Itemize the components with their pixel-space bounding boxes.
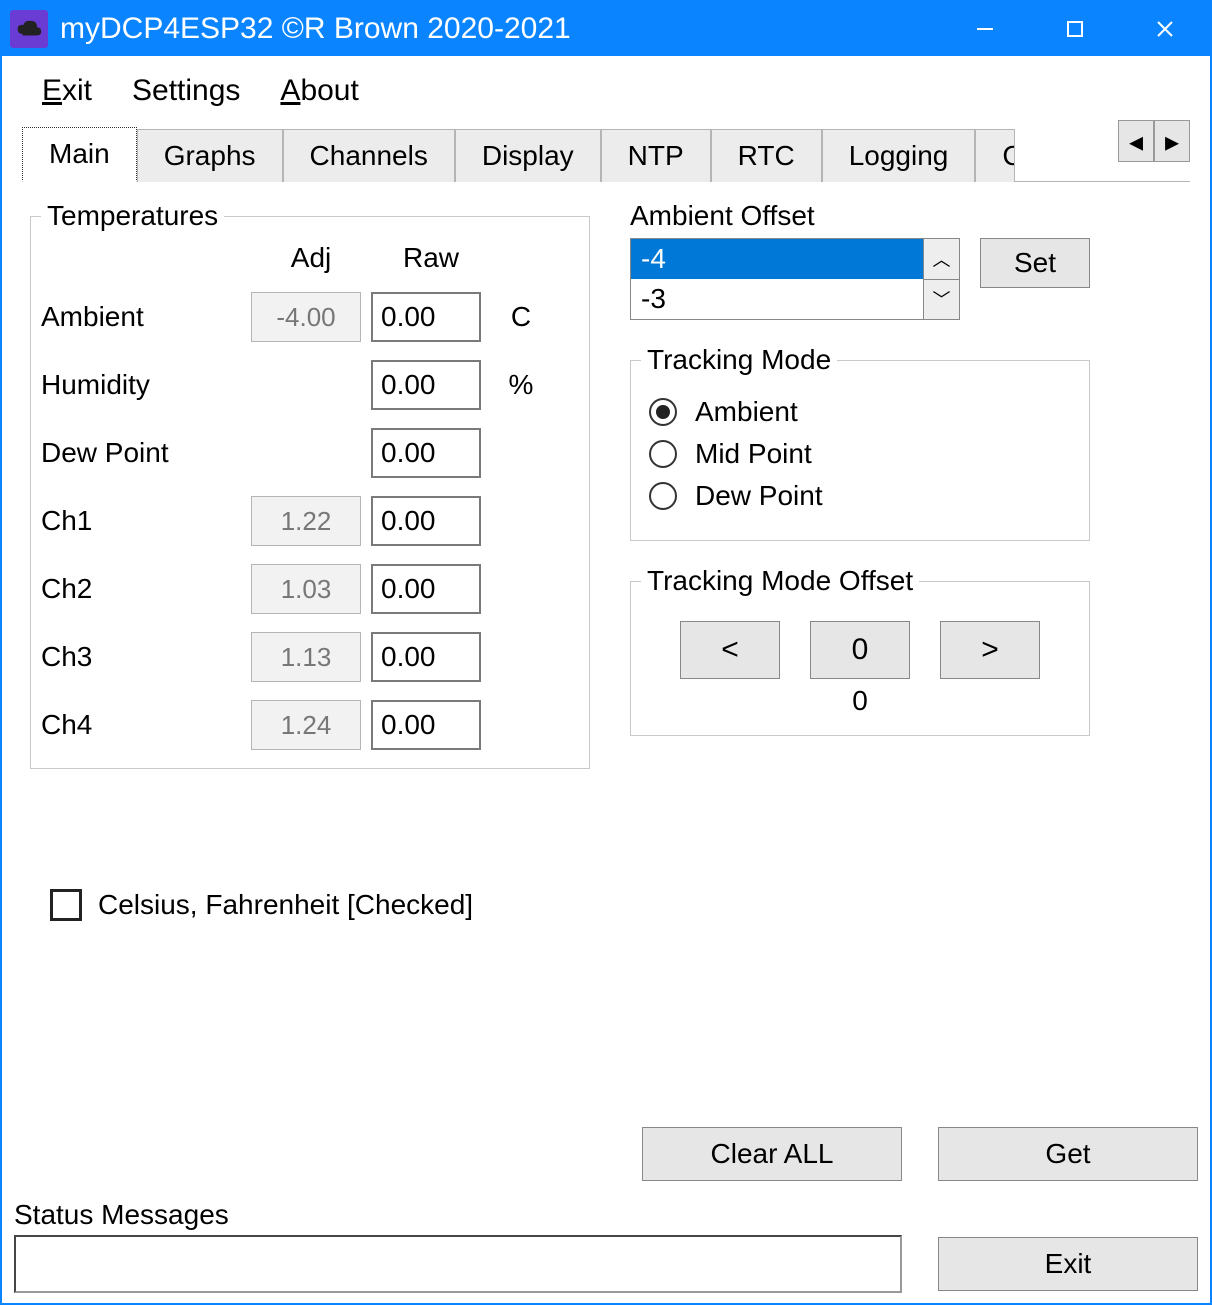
tab-ntp[interactable]: NTP xyxy=(601,129,711,182)
header-adj: Adj xyxy=(251,242,371,274)
tracking-mode-offset-group: Tracking Mode Offset < 0 > 0 xyxy=(630,565,1090,736)
tab-rtc[interactable]: RTC xyxy=(711,129,822,182)
ambient-unit: C xyxy=(491,301,551,333)
ch2-raw: 0.00 xyxy=(371,564,481,614)
status-messages-box xyxy=(14,1235,902,1293)
radio-icon xyxy=(649,482,677,510)
window-title: myDCP4ESP32 ©R Brown 2020-2021 xyxy=(60,12,571,46)
unit-checkbox[interactable] xyxy=(50,889,82,921)
tab-main[interactable]: Main xyxy=(22,127,137,182)
humidity-unit: % xyxy=(491,369,551,401)
ambient-offset-spin-down[interactable]: ﹀ xyxy=(924,280,959,320)
app-icon xyxy=(10,10,48,48)
radio-icon xyxy=(649,398,677,426)
ambient-offset-set-button[interactable]: Set xyxy=(980,238,1090,288)
ambient-offset-option-0[interactable]: -4 xyxy=(631,239,923,279)
menu-exit[interactable]: Exit xyxy=(42,74,92,108)
ambient-offset-spin-up[interactable]: ︿ xyxy=(924,239,959,280)
tracking-mode-dewpoint[interactable]: Dew Point xyxy=(649,480,1071,512)
row-dewpoint-label: Dew Point xyxy=(41,437,251,469)
tab-channels[interactable]: Channels xyxy=(283,129,455,182)
row-ch4-label: Ch4 xyxy=(41,709,251,741)
row-ch3-label: Ch3 xyxy=(41,641,251,673)
tracking-mode-offset-legend: Tracking Mode Offset xyxy=(641,565,919,597)
humidity-raw: 0.00 xyxy=(371,360,481,410)
tmo-zero-button[interactable]: 0 xyxy=(810,621,910,679)
close-button[interactable] xyxy=(1120,2,1210,56)
menu-settings[interactable]: Settings xyxy=(132,74,240,108)
menu-about[interactable]: About xyxy=(280,74,358,108)
ch2-adj: 1.03 xyxy=(251,564,361,614)
ch1-adj: 1.22 xyxy=(251,496,361,546)
temperatures-group: Temperatures Adj Raw Ambient -4.00 0.00 … xyxy=(30,200,590,769)
maximize-button[interactable] xyxy=(1030,2,1120,56)
row-ch2-label: Ch2 xyxy=(41,573,251,605)
ambient-adj: -4.00 xyxy=(251,292,361,342)
status-label: Status Messages xyxy=(14,1199,1198,1231)
clear-all-button[interactable]: Clear ALL xyxy=(642,1127,902,1181)
get-button[interactable]: Get xyxy=(938,1127,1198,1181)
row-ambient-label: Ambient xyxy=(41,301,251,333)
header-raw: Raw xyxy=(371,242,491,274)
tracking-mode-midpoint[interactable]: Mid Point xyxy=(649,438,1071,470)
tab-logging[interactable]: Logging xyxy=(822,129,976,182)
temperatures-legend: Temperatures xyxy=(41,200,224,232)
minimize-button[interactable] xyxy=(940,2,1030,56)
row-ch1-label: Ch1 xyxy=(41,505,251,537)
tracking-mode-group: Tracking Mode Ambient Mid Point Dew Poin… xyxy=(630,344,1090,541)
ambient-offset-label: Ambient Offset xyxy=(630,200,1182,232)
tmo-decrement-button[interactable]: < xyxy=(680,621,780,679)
tmo-value: 0 xyxy=(641,685,1079,717)
ambient-offset-listbox[interactable]: -4 -3 ︿ ﹀ xyxy=(630,238,960,320)
ch4-adj: 1.24 xyxy=(251,700,361,750)
ch3-adj: 1.13 xyxy=(251,632,361,682)
ch4-raw: 0.00 xyxy=(371,700,481,750)
unit-checkbox-label: Celsius, Fahrenheit [Checked] xyxy=(98,889,473,921)
tab-scroll-left[interactable]: ◂ xyxy=(1118,120,1154,162)
row-humidity-label: Humidity xyxy=(41,369,251,401)
tab-scroll-right[interactable]: ▸ xyxy=(1154,120,1190,162)
titlebar: myDCP4ESP32 ©R Brown 2020-2021 xyxy=(2,2,1210,56)
tracking-mode-legend: Tracking Mode xyxy=(641,344,837,376)
tab-overflow[interactable]: C xyxy=(975,129,1015,182)
ch3-raw: 0.00 xyxy=(371,632,481,682)
radio-icon xyxy=(649,440,677,468)
dewpoint-raw: 0.00 xyxy=(371,428,481,478)
exit-button[interactable]: Exit xyxy=(938,1237,1198,1291)
tmo-increment-button[interactable]: > xyxy=(940,621,1040,679)
tabstrip: Main Graphs Channels Display NTP RTC Log… xyxy=(22,126,1190,182)
ch1-raw: 0.00 xyxy=(371,496,481,546)
tracking-mode-ambient[interactable]: Ambient xyxy=(649,396,1071,428)
ambient-offset-option-1[interactable]: -3 xyxy=(631,279,923,319)
tab-graphs[interactable]: Graphs xyxy=(137,129,283,182)
ambient-raw: 0.00 xyxy=(371,292,481,342)
menubar: Exit Settings About xyxy=(2,56,1210,126)
tab-display[interactable]: Display xyxy=(455,129,601,182)
